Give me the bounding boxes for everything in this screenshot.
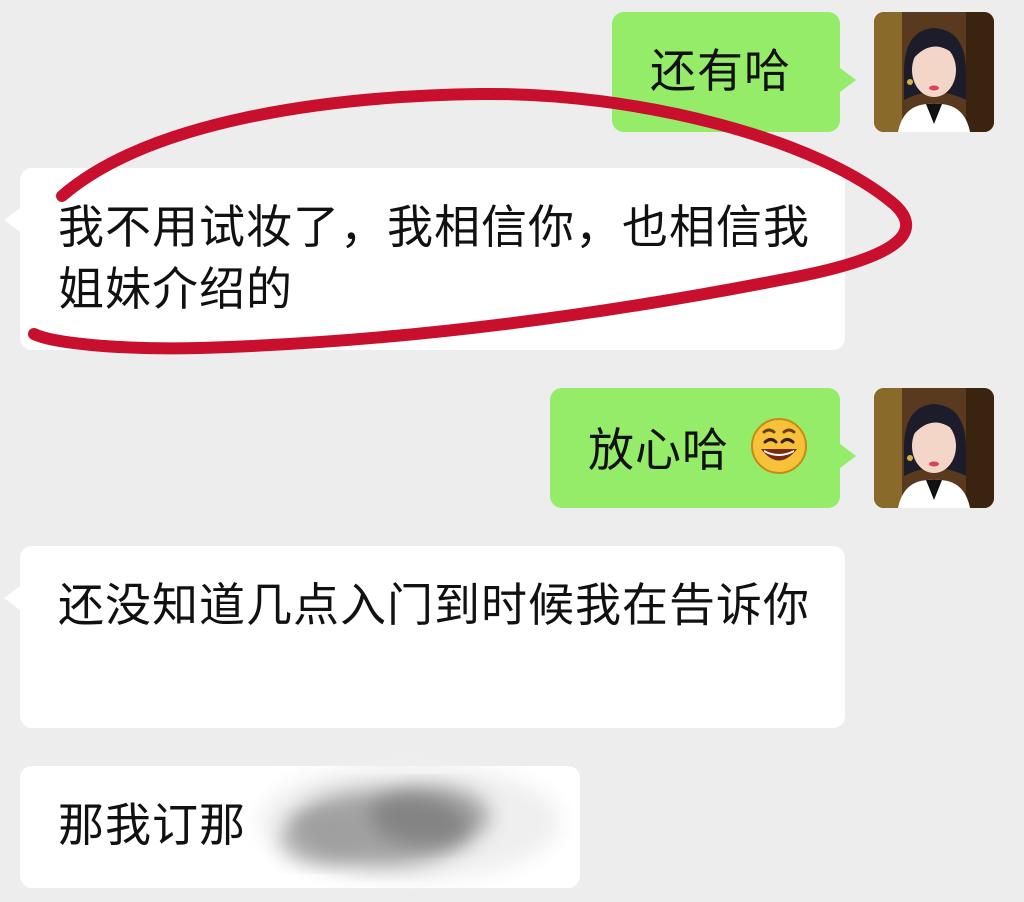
- message-bubble-received[interactable]: 我不用试妆了，我相信你，也相信我姐妹介绍的: [4, 168, 845, 350]
- message-bubble-sent[interactable]: 还有哈: [612, 12, 856, 132]
- avatar[interactable]: [874, 388, 994, 508]
- avatar-photo-icon: [874, 388, 994, 508]
- grinning-face-emoji-icon: [750, 418, 807, 474]
- message-bubble-sent[interactable]: 放心哈: [550, 388, 856, 508]
- message-text: 放心哈: [588, 423, 729, 477]
- message-bubble-received[interactable]: 那我订那: [20, 766, 580, 888]
- message-text: 还有哈: [650, 44, 791, 98]
- message-text: 还没知道几点入门到时候我在告诉你: [58, 578, 810, 632]
- message-bubble-received[interactable]: 还没知道几点入门到时候我在告诉你: [4, 546, 845, 728]
- avatar[interactable]: [874, 12, 994, 132]
- message-text: 我不用试妆了，我相信你，也相信我姐妹介绍的: [58, 200, 810, 316]
- message-text: 那我订那: [58, 798, 246, 852]
- chat-thread: 还有哈 我不用试妆了，我相信你，也相信我姐妹介绍的 放心哈 还没知道几点入门到时…: [0, 0, 1024, 902]
- avatar-photo-icon: [874, 12, 994, 132]
